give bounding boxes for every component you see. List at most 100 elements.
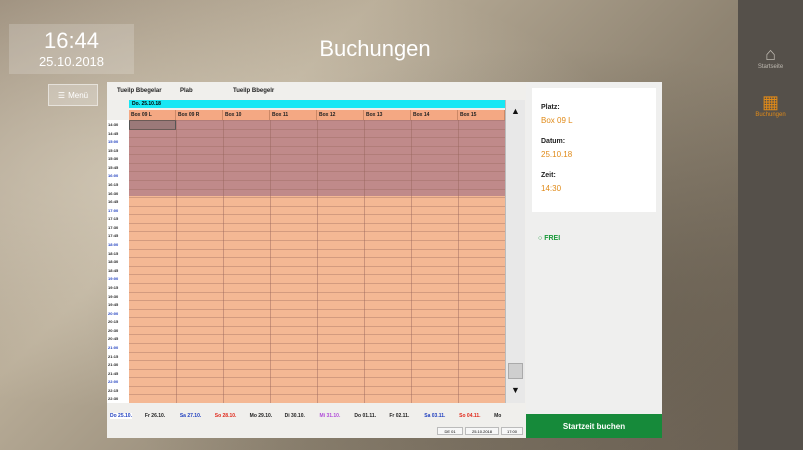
grid-column-line [411,120,412,403]
menu-label: Menü [68,90,89,100]
clock-widget: 16:44 25.10.2018 [9,24,134,74]
time-label: 19:30 [108,293,119,299]
toolbar-field-2[interactable]: Plab [180,88,193,94]
column-header[interactable]: Box 11 [270,110,317,120]
platz-label: Platz: [541,104,560,111]
page-title: Buchungen [319,36,431,61]
grid-column-line [364,120,365,403]
details-sidebar: Platz: Box 09 L Datum: 25.10.18 Zeit: 14… [526,82,662,438]
toolbar-field-1[interactable]: Tueilp Bbegelar [117,88,162,94]
clock-date: 25.10.2018 [38,54,105,69]
scrollbar[interactable]: ▲ ▼ [505,100,525,403]
menu-button[interactable]: ☰ Menü [48,84,98,106]
time-label: 19:15 [108,284,119,290]
date-strip: Do 25.10. Fr 26.10. Sa 27.10. So 28.10. Mo 2… [107,410,526,424]
time-label: 14:30 [108,122,119,127]
nav-item-startseite[interactable]: ⌂ Startseite [738,44,803,70]
date-tab[interactable]: So 28.10. [215,413,237,419]
time-label: 20:00 [108,310,119,316]
scroll-down-icon[interactable]: ▼ [506,381,525,399]
date-tab[interactable]: Sa 27.10. [180,413,201,419]
time-label: 21:30 [108,362,119,368]
time-label: 16:15 [108,182,119,188]
status-box: 25.10.2018 [465,427,499,435]
platz-value: Box 09 L [541,116,573,125]
date-tab[interactable]: Mo 29.10. [250,413,273,419]
time-label: 15:00 [108,139,119,145]
time-label: 19:00 [108,276,119,282]
datum-value: 25.10.18 [541,150,573,159]
toolbar-field-3[interactable]: Tueilp Bbegelr [233,88,274,94]
date-tab[interactable]: Mi 31.10. [320,413,341,419]
zeit-value: 14:30 [541,184,562,193]
time-label: 17:45 [108,233,119,239]
nav-item-buchungen[interactable]: ▦ Buchungen [738,92,803,118]
date-tab[interactable]: Fr 02.11. [389,413,409,419]
time-label: 18:00 [108,242,119,248]
time-label: 20:15 [108,319,119,325]
zeit-label: Zeit: [541,172,556,179]
app-root: 16:44 25.10.2018 Buchungen ☰ Menü ⌂ Star… [0,0,803,450]
home-icon: ⌂ [765,44,776,64]
column-header[interactable]: Box 10 [223,110,270,120]
clock-time: 16:44 [43,28,100,53]
time-label: 22:30 [108,396,119,402]
status-free: ○ FREI [538,235,560,242]
time-label: 18:30 [108,259,119,265]
column-header[interactable]: Box 13 [364,110,411,120]
nav-label: Buchungen [755,112,786,118]
booking-info-card: Platz: Box 09 L Datum: 25.10.18 Zeit: 14… [532,88,656,212]
date-tab[interactable]: Mo [494,413,501,419]
time-label: 16:45 [108,199,119,205]
time-label: 18:45 [108,267,119,273]
time-label: 21:00 [108,344,119,350]
column-header[interactable]: Box 15 [458,110,505,120]
time-label: 21:45 [108,370,119,376]
column-header[interactable]: Box 12 [317,110,364,120]
date-tab[interactable]: Sa 03.11. [424,413,445,419]
booking-grid[interactable] [129,120,505,403]
column-header[interactable]: Box 09 L [129,110,176,120]
calendar-icon: ▦ [761,92,779,112]
time-label: 16:00 [108,173,119,179]
column-header[interactable]: Box 09 R [176,110,223,120]
time-label: 15:45 [108,164,119,170]
date-tab[interactable]: Do 01.11. [354,413,376,419]
time-label: 16:30 [108,190,119,196]
time-label: 18:15 [108,250,119,256]
status-box: 17:00 [501,427,523,435]
time-label: 17:15 [108,216,119,222]
time-label: 21:15 [108,353,119,359]
grid-column-line [317,120,318,403]
grid-column-line [270,120,271,403]
hamburger-icon: ☰ [57,90,66,100]
grid-column-line [176,120,177,403]
status-bar: DE 01 25.10.2018 17:00 [107,426,526,436]
date-tab[interactable]: Do 25.10. [110,413,132,419]
time-label: 14:45 [108,130,119,136]
time-label: 19:45 [108,302,119,308]
date-tab[interactable]: So 04.11. [459,413,480,419]
column-header[interactable]: Box 14 [411,110,458,120]
time-label: 22:15 [108,387,119,393]
time-label: 17:30 [108,224,119,230]
time-label: 15:15 [108,147,119,153]
scroll-thumb[interactable] [508,363,523,379]
time-label: 15:30 [108,156,119,162]
status-icon: ○ [538,235,543,242]
day-header: Do. 25.10.18 [129,100,505,108]
scroll-up-icon[interactable]: ▲ [506,102,525,120]
book-start-time-button[interactable]: Startzeit buchen [526,414,662,438]
time-label: 17:00 [108,207,119,213]
time-label: 20:45 [108,336,119,342]
booking-panel: Tueilp Bbegelar Plab Tueilp Bbegelr Do. … [107,82,526,438]
time-label: 20:30 [108,327,119,333]
grid-column-line [223,120,224,403]
date-tab[interactable]: Fr 26.10. [145,413,165,419]
nav-label: Startseite [757,64,784,70]
status-free-label: FREI [544,235,561,242]
toolbar: Tueilp Bbegelar Plab Tueilp Bbegelr [107,82,526,100]
time-column: 14:30 14:45 15:00 15:15 15:30 15:45 16:00 16:15… [107,120,129,403]
grid-column-line [458,120,459,403]
date-tab[interactable]: Di 30.10. [285,413,305,419]
